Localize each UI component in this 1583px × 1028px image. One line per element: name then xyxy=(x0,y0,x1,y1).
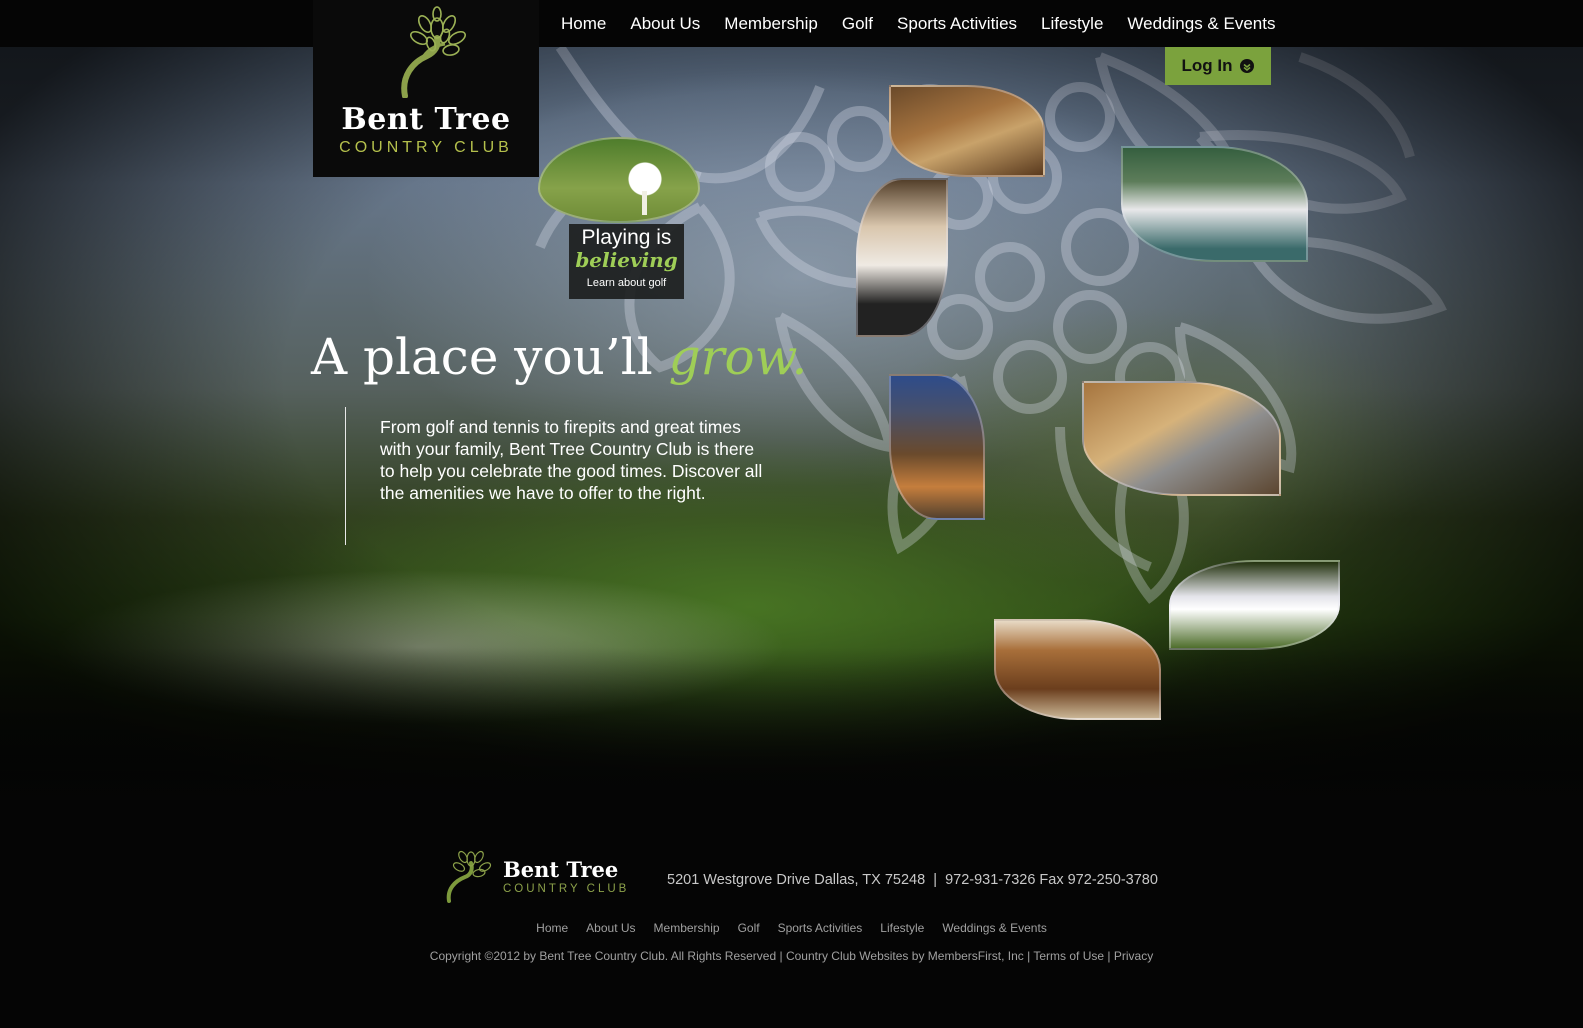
logo-subtitle: Country Club xyxy=(339,139,513,156)
privacy-link[interactable]: Privacy xyxy=(1114,949,1153,963)
nav-lifestyle[interactable]: Lifestyle xyxy=(1041,14,1103,34)
headline-main: A place you’ll xyxy=(311,328,653,386)
login-button[interactable]: Log In xyxy=(1165,47,1271,85)
nav-home[interactable]: Home xyxy=(561,14,606,34)
logo-name: Bent Tree xyxy=(341,102,511,137)
hero-section xyxy=(0,47,1583,807)
nav-membership[interactable]: Membership xyxy=(724,14,818,34)
footer-nav-membership[interactable]: Membership xyxy=(654,921,720,935)
hero-divider xyxy=(345,407,346,545)
membersfirst-credit-link[interactable]: Country Club Websites by MembersFirst, I… xyxy=(786,949,1024,963)
footer-phone: 972-931-7326 Fax 972-250-3780 xyxy=(945,872,1158,888)
footer-nav-sports-activities[interactable]: Sports Activities xyxy=(778,921,863,935)
gallery-celebration-image[interactable] xyxy=(856,178,948,337)
footer-logo[interactable]: Bent Tree Country Club xyxy=(443,847,643,903)
footer-nav-lifestyle[interactable]: Lifestyle xyxy=(880,921,924,935)
headline-accent: grow. xyxy=(668,328,808,386)
footer-logo-subtitle: Country Club xyxy=(503,883,630,895)
footer-tree-logo-icon xyxy=(446,850,492,903)
main-nav: Home About Us Membership Golf Sports Act… xyxy=(549,0,1287,47)
nav-golf[interactable]: Golf xyxy=(842,14,873,34)
gallery-clubhouse-doors-image[interactable] xyxy=(994,619,1161,720)
footer-nav-weddings-events[interactable]: Weddings & Events xyxy=(942,921,1047,935)
footer-nav-golf[interactable]: Golf xyxy=(738,921,760,935)
top-navigation-bar: Home About Us Membership Golf Sports Act… xyxy=(0,0,1583,47)
nav-sports-activities[interactable]: Sports Activities xyxy=(897,14,1017,34)
nav-about-us[interactable]: About Us xyxy=(630,14,700,34)
footer-contact: 5201 Westgrove Drive Dallas, TX 75248 | … xyxy=(667,872,1158,888)
site-logo[interactable]: Bent Tree Country Club xyxy=(313,0,539,177)
footer-separator: | xyxy=(933,872,938,888)
footer-copyright: Copyright ©2012 by Bent Tree Country Clu… xyxy=(429,949,1154,963)
login-label: Log In xyxy=(1181,56,1233,75)
golf-promo-card[interactable]: Playing is believing Learn about golf xyxy=(569,224,684,299)
hero-description: From golf and tennis to firepits and gre… xyxy=(380,417,763,503)
gallery-firepit-image[interactable] xyxy=(889,374,985,520)
hero-bottom-fade xyxy=(0,647,1583,807)
hero-headline: A place you’ll grow. xyxy=(311,328,807,386)
footer-nav-home[interactable]: Home xyxy=(536,921,568,935)
copyright-text: Copyright ©2012 by Bent Tree Country Clu… xyxy=(429,949,777,963)
chevron-down-icon xyxy=(1240,59,1255,73)
golf-card-line2: believing xyxy=(575,248,678,272)
footer-address: 5201 Westgrove Drive Dallas, TX 75248 xyxy=(667,872,926,888)
gallery-golf-lesson-image[interactable] xyxy=(1169,560,1340,650)
nav-weddings-events[interactable]: Weddings & Events xyxy=(1127,14,1275,34)
footer-logo-name: Bent Tree xyxy=(503,857,619,882)
golf-tee xyxy=(642,191,647,215)
gallery-dining-room-image[interactable] xyxy=(889,85,1045,177)
gallery-tennis-image[interactable] xyxy=(1121,146,1308,262)
gallery-fitness-image[interactable] xyxy=(1082,381,1281,496)
terms-of-use-link[interactable]: Terms of Use xyxy=(1033,949,1104,963)
golf-card-line1: Playing is xyxy=(581,226,672,249)
footer-nav: Home About Us Membership Golf Sports Act… xyxy=(0,921,1583,935)
footer-nav-about-us[interactable]: About Us xyxy=(586,921,635,935)
learn-about-golf-link[interactable]: Learn about golf xyxy=(569,277,684,289)
tree-logo-icon xyxy=(401,6,466,98)
